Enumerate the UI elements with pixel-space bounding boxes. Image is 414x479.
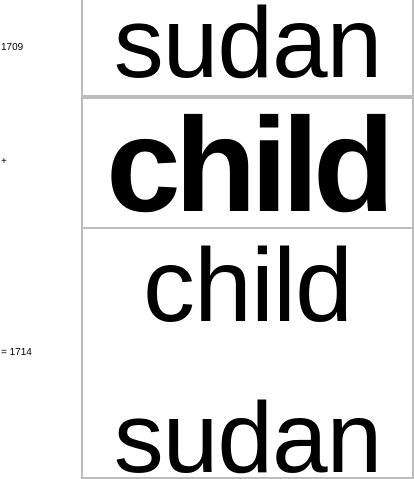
equation-canvas: 1709 + = 1714 sudan child child sudan xyxy=(0,0,414,479)
result-box: child sudan xyxy=(81,227,414,479)
result-word-bottom: sudan xyxy=(113,382,382,479)
operand-b-box: child xyxy=(81,97,414,229)
result-label: = 1714 xyxy=(1,347,32,358)
operand-a-box: sudan xyxy=(81,0,414,97)
operand-a-word: sudan xyxy=(113,0,382,97)
operand-b-word: child xyxy=(106,97,395,229)
operator-label: + xyxy=(1,156,7,167)
result-word-top: child xyxy=(143,228,353,344)
operand-a-label: 1709 xyxy=(1,42,24,53)
